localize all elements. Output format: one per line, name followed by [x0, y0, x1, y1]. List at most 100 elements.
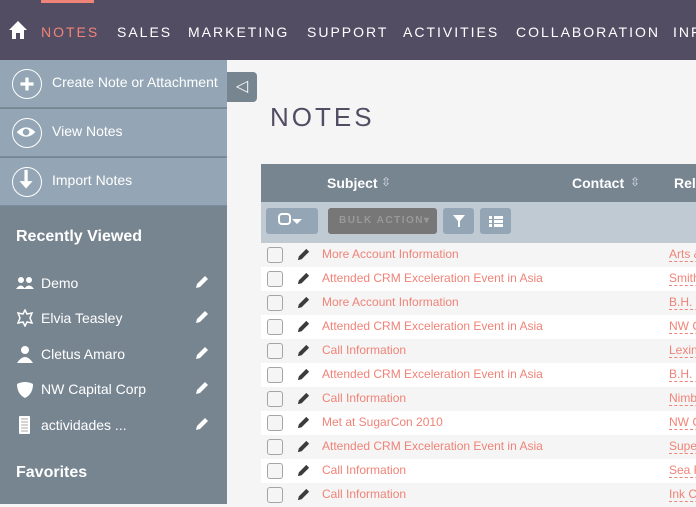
action-label: Create Note or Attachment: [52, 74, 218, 90]
recent-item[interactable]: actividades ...: [0, 410, 227, 440]
table-row: Call Information Nimb: [261, 387, 696, 411]
action-label: View Notes: [52, 123, 123, 139]
table-row: Call Information Lexin: [261, 339, 696, 363]
related-link[interactable]: B.H.: [669, 295, 696, 310]
subject-link[interactable]: Attended CRM Exceleration Event in Asia: [322, 439, 543, 453]
sidebar: Create Note or Attachment View Notes Imp…: [0, 60, 227, 504]
table-row: More Account Information Arts &: [261, 243, 696, 267]
table-row: Attended CRM Exceleration Event in Asia …: [261, 435, 696, 459]
pencil-icon[interactable]: [296, 367, 311, 382]
pencil-icon[interactable]: [296, 295, 311, 310]
subject-link[interactable]: Call Information: [322, 487, 406, 501]
tab-activities[interactable]: ACTIVITIES: [403, 24, 499, 40]
pencil-icon[interactable]: [296, 271, 311, 286]
table-row: More Account Information B.H.: [261, 291, 696, 315]
related-link[interactable]: Lexin: [669, 343, 696, 358]
tab-sales[interactable]: SALES: [117, 24, 172, 40]
related-link[interactable]: B.H.: [669, 367, 696, 382]
row-checkbox[interactable]: [267, 343, 283, 359]
action-bar: BULK ACTION▾: [261, 202, 696, 243]
pencil-icon[interactable]: [296, 415, 311, 430]
pencil-icon[interactable]: [296, 487, 311, 502]
column-chooser-button[interactable]: [480, 208, 511, 234]
subject-link[interactable]: Attended CRM Exceleration Event in Asia: [322, 271, 543, 285]
row-checkbox[interactable]: [267, 439, 283, 455]
column-subject[interactable]: Subject: [327, 175, 378, 191]
row-checkbox[interactable]: [267, 271, 283, 287]
filter-icon: [453, 215, 465, 227]
subject-link[interactable]: Call Information: [322, 463, 406, 477]
recent-item[interactable]: Elvia Teasley: [0, 303, 227, 333]
related-link[interactable]: Supe: [669, 439, 696, 454]
row-checkbox[interactable]: [267, 319, 283, 335]
row-checkbox[interactable]: [267, 391, 283, 407]
row-checkbox[interactable]: [267, 367, 283, 383]
recent-item[interactable]: NW Capital Corp: [0, 374, 227, 404]
column-related[interactable]: Rela: [674, 175, 696, 191]
table-header: Subject ⇳ Contact ⇳ Rela: [261, 164, 696, 202]
subject-link[interactable]: Call Information: [322, 391, 406, 405]
pencil-icon[interactable]: [194, 345, 210, 361]
filter-button[interactable]: [443, 208, 474, 234]
row-checkbox[interactable]: [267, 295, 283, 311]
top-nav: NOTES SALES MARKETING SUPPORT ACTIVITIES…: [0, 0, 696, 60]
pencil-icon[interactable]: [194, 380, 210, 396]
subject-link[interactable]: Call Information: [322, 343, 406, 357]
subject-link[interactable]: More Account Information: [322, 295, 459, 309]
bulk-action-button[interactable]: BULK ACTION▾: [328, 208, 437, 234]
pencil-icon[interactable]: [296, 463, 311, 478]
related-link[interactable]: Arts &: [669, 247, 696, 262]
tab-collaboration[interactable]: COLLABORATION: [516, 24, 660, 40]
user-icon: [17, 346, 33, 363]
pencil-icon[interactable]: [194, 274, 210, 290]
tab-more[interactable]: INF: [673, 24, 696, 40]
subject-link[interactable]: Met at SugarCon 2010: [322, 415, 443, 429]
import-notes-action[interactable]: Import Notes: [0, 158, 227, 206]
table-row: Call Information Sea R: [261, 459, 696, 483]
subject-link[interactable]: Attended CRM Exceleration Event in Asia: [322, 367, 543, 381]
column-contact[interactable]: Contact: [572, 175, 624, 191]
create-note-action[interactable]: Create Note or Attachment: [0, 60, 227, 108]
list-icon: [489, 216, 503, 227]
pencil-icon[interactable]: [194, 416, 210, 432]
related-link[interactable]: Smith: [669, 271, 696, 286]
recent-item-label: Elvia Teasley: [41, 310, 123, 326]
recent-item[interactable]: Demo: [0, 268, 227, 298]
pencil-icon[interactable]: [296, 391, 311, 406]
home-icon[interactable]: [8, 20, 28, 40]
chevron-down-icon: ▾: [424, 215, 431, 226]
table-row: Met at SugarCon 2010 NW C: [261, 411, 696, 435]
sort-icon[interactable]: ⇳: [630, 175, 640, 189]
sort-icon[interactable]: ⇳: [381, 175, 391, 189]
subject-link[interactable]: Attended CRM Exceleration Event in Asia: [322, 319, 543, 333]
related-link[interactable]: Sea R: [669, 463, 696, 478]
select-all-dropdown[interactable]: [266, 208, 318, 234]
related-link[interactable]: Ink C: [669, 487, 696, 502]
pencil-icon[interactable]: [296, 439, 311, 454]
row-checkbox[interactable]: [267, 415, 283, 431]
pencil-icon[interactable]: [296, 247, 311, 262]
pencil-icon[interactable]: [296, 319, 311, 334]
tab-support[interactable]: SUPPORT: [307, 24, 388, 40]
related-link[interactable]: NW C: [669, 319, 696, 334]
table-row: Attended CRM Exceleration Event in Asia …: [261, 363, 696, 387]
tab-notes[interactable]: NOTES: [41, 24, 99, 40]
recent-item-label: Cletus Amaro: [41, 346, 126, 362]
tab-marketing[interactable]: MARKETING: [188, 24, 289, 40]
checkbox-chevron-down-icon: [278, 213, 302, 225]
row-checkbox[interactable]: [267, 487, 283, 503]
table-row: Attended CRM Exceleration Event in Asia …: [261, 267, 696, 291]
view-notes-action[interactable]: View Notes: [0, 109, 227, 157]
recent-item-label: Demo: [41, 275, 79, 291]
action-label: Import Notes: [52, 172, 133, 188]
row-checkbox[interactable]: [267, 247, 283, 263]
sidebar-toggle-button[interactable]: ◁: [227, 72, 257, 102]
related-link[interactable]: Nimb: [669, 391, 696, 406]
related-link[interactable]: NW C: [669, 415, 696, 430]
subject-link[interactable]: More Account Information: [322, 247, 459, 261]
table-row: Call Information Ink C: [261, 483, 696, 507]
row-checkbox[interactable]: [267, 463, 283, 479]
recent-item[interactable]: Cletus Amaro: [0, 339, 227, 369]
pencil-icon[interactable]: [296, 343, 311, 358]
pencil-icon[interactable]: [194, 309, 210, 325]
